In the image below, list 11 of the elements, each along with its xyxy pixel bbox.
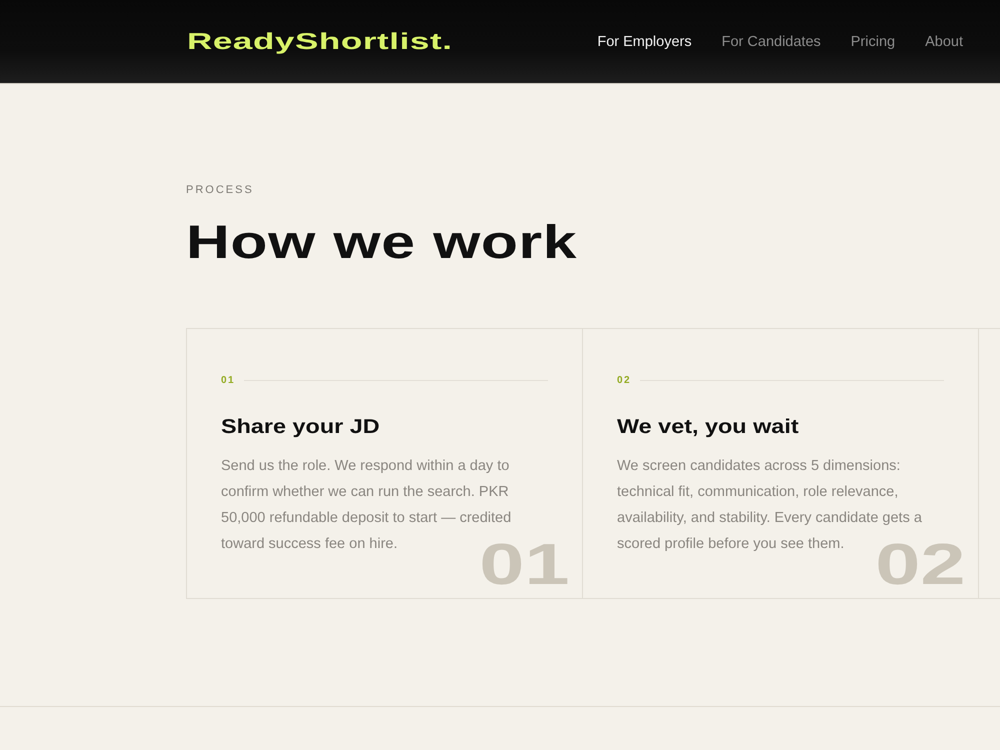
step-number: 01: [221, 375, 236, 386]
section-heading: How we work: [186, 214, 578, 270]
nav-link[interactable]: Pricing: [850, 34, 896, 50]
nav-link[interactable]: For Candidates: [722, 34, 821, 50]
brand-logo[interactable]: ReadyShortlist.: [187, 28, 453, 55]
step-title: We vet, you wait: [617, 416, 799, 440]
step-number: 02: [617, 375, 632, 386]
section-eyebrow: PROCESS: [186, 184, 254, 196]
step-title: Share your JD: [221, 416, 380, 440]
nav-link[interactable]: For Employers: [597, 34, 692, 50]
nav-link[interactable]: About: [925, 34, 963, 50]
